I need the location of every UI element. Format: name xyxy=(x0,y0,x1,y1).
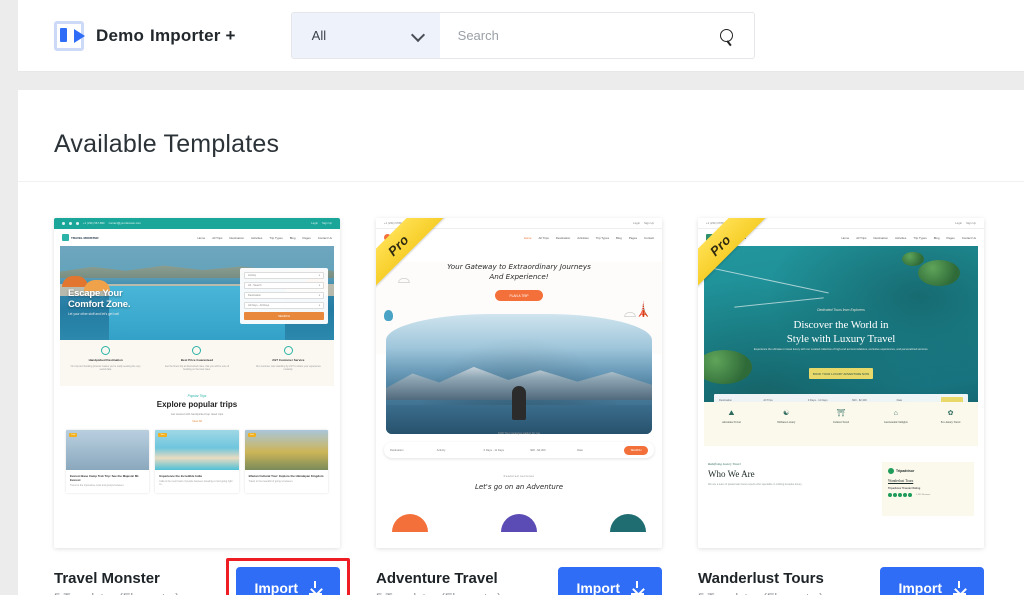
preview-topbar-email: contact@yourdomain.com xyxy=(108,222,141,225)
preview-menu: Home All Trips Destination Activities Trip… xyxy=(841,235,976,240)
preview-topbar: +1 (234) 567-890 contact@yourdomain.com … xyxy=(54,218,340,229)
preview-service-arcs xyxy=(392,514,646,532)
preview-menu: Home All Trips Destination Activities Trip… xyxy=(523,235,654,240)
preview-trip-list: Trek Everest Base Camp Trek Trip: See th… xyxy=(66,430,328,494)
preview-logo-text: TRAVEL MONSTER xyxy=(71,235,99,240)
import-button-wrapper: Import xyxy=(558,567,662,595)
gastronomic-icon: ⌂ xyxy=(893,410,898,417)
preview-categories: ⛰ Adventure Travel ☯ Wellness Luxury ⛩ C… xyxy=(704,402,978,446)
preview-packages-note: 4900 Tour packages waiting for you xyxy=(497,432,541,435)
import-button-label: Import xyxy=(576,579,620,595)
preview-features: Handpicked Destination Our trip and book… xyxy=(60,340,334,386)
category-select-value: All xyxy=(311,28,327,43)
card-meta: Adventure Travel 5 Templates (Elementor) xyxy=(376,570,501,595)
site-preview-mock: +1 (234) 567-890 contact@yourdomain.com … xyxy=(54,218,340,548)
template-preview-thumbnail[interactable]: Pro +1 (234) 6789 contact@yourdomain.com… xyxy=(376,218,662,548)
preview-hero: Dedicated Tours from Explorers Discover … xyxy=(704,246,978,424)
brand-name-secondary: Importer + xyxy=(150,25,236,45)
preview-nav: TRAVEL MONSTER Home All Trips Destination… xyxy=(54,229,340,246)
preview-tripadvisor-badge: Tripadvisor Wanderlust Tours Tripadvisor… xyxy=(882,462,974,516)
page-title: Available Templates xyxy=(54,130,280,158)
tripadvisor-icon xyxy=(888,468,894,474)
arrow-export-icon xyxy=(54,20,84,51)
preview-hero-eyebrow: Dedicated Tours from Explorers xyxy=(817,308,865,312)
preview-balloon-decor xyxy=(384,310,393,321)
site-preview-mock: +1 (234) 6789 contact@yourdomain.com Log… xyxy=(376,218,662,548)
preview-hero-cta: PLAN A TRIP xyxy=(495,290,543,301)
import-button-wrapper: Import xyxy=(880,567,984,595)
brand-title: Demo Importer + xyxy=(96,26,236,46)
search-icon xyxy=(720,29,734,42)
cultural-icon: ⛩ xyxy=(836,410,846,417)
rating-stars: 1,232 Reviews xyxy=(888,493,968,497)
wellness-icon: ☯ xyxy=(783,410,790,417)
preview-hero-title: Discover the World in Style with Luxury … xyxy=(786,319,896,345)
preview-topbar-phone: +1 (234) 567-890 xyxy=(83,222,105,225)
content-panel: Available Templates +1 (234) 567-890 con… xyxy=(18,90,1024,595)
brand[interactable]: Demo Importer + xyxy=(54,20,236,51)
template-preview-thumbnail[interactable]: Pro +1 (234) 6789 contact@yourdomain.com… xyxy=(698,218,984,548)
card-title: Adventure Travel xyxy=(376,570,498,587)
preview-login: Login xyxy=(311,222,319,225)
preview-hero-title: Escape Your Comfort Zone. xyxy=(68,288,131,310)
card-meta: Travel Monster 5 Templates (Elementor) xyxy=(54,570,179,595)
preview-hero-photo xyxy=(386,314,652,434)
search-bar: All xyxy=(290,12,755,59)
template-card: Pro +1 (234) 6789 contact@yourdomain.com… xyxy=(698,218,984,595)
preview-filter-bar: Destination Activity 0 Days - 11 Days $3… xyxy=(384,442,654,458)
app-root: DemoImporter + All Available Templates xyxy=(0,0,1024,595)
preview-hero-paragraph: Experience the ultimate in travel luxury… xyxy=(753,348,929,351)
preview-popular-section: Popular Trips Explore popular trips Get … xyxy=(156,394,238,423)
app-header: Demo Importer + All xyxy=(18,0,1024,72)
preview-search-form: Activity ▾ All - Search ▾ Destination ▾ All… xyxy=(240,268,328,324)
card-footer: Adventure Travel 5 Templates (Elementor)… xyxy=(376,548,662,595)
download-icon xyxy=(309,580,322,595)
import-button-wrapper: Import xyxy=(226,558,350,595)
adventure-icon: ⛰ xyxy=(728,410,735,417)
eco-icon: ✿ xyxy=(947,410,954,417)
template-card: Pro +1 (234) 6789 contact@yourdomain.com… xyxy=(376,218,662,595)
import-button[interactable]: Import xyxy=(558,567,662,595)
preview-featured-section: Featured services Let's go on an Adventu… xyxy=(474,474,564,491)
preview-eiffel-decor: 🗼 xyxy=(634,301,652,317)
card-title: Travel Monster xyxy=(54,570,160,587)
preview-signup: Sign Up xyxy=(322,222,332,225)
chevron-down-icon xyxy=(413,30,424,41)
template-card: +1 (234) 567-890 contact@yourdomain.com … xyxy=(54,218,350,595)
import-button-label: Import xyxy=(254,579,298,595)
import-button[interactable]: Import xyxy=(236,567,340,595)
preview-hero-sub: Let your other stuff and let's get lost! xyxy=(68,312,120,316)
preview-who-we-are: Redefining Luxury Travel Who We Are We a… xyxy=(708,462,803,486)
preview-menu: Home All Trips Destination Activities Trip… xyxy=(197,235,332,240)
templates-grid: +1 (234) 567-890 contact@yourdomain.com … xyxy=(18,182,1024,595)
preview-hero-title: Your Gateway to Extraordinary Journeys A… xyxy=(447,262,591,281)
preview-hero: Escape Your Comfort Zone. Let your other… xyxy=(60,246,334,352)
download-icon xyxy=(631,580,644,595)
import-button[interactable]: Import xyxy=(880,567,984,595)
brand-name-primary: Demo xyxy=(96,25,145,45)
search-button[interactable] xyxy=(699,13,754,58)
preview-logo: TRAVEL MONSTER xyxy=(62,234,99,241)
download-icon xyxy=(953,580,966,595)
content-header: Available Templates xyxy=(18,90,1024,182)
card-meta: Wanderlust Tours 5 Templates (Elementor) xyxy=(698,570,824,595)
card-title: Wanderlust Tours xyxy=(698,570,824,587)
site-preview-mock: +1 (234) 6789 contact@yourdomain.com Log… xyxy=(698,218,984,548)
template-preview-thumbnail[interactable]: +1 (234) 567-890 contact@yourdomain.com … xyxy=(54,218,340,548)
search-input[interactable] xyxy=(439,13,700,58)
card-footer: Wanderlust Tours 5 Templates (Elementor)… xyxy=(698,548,984,595)
import-button-label: Import xyxy=(898,579,942,595)
category-select[interactable]: All xyxy=(291,13,440,58)
card-footer: Travel Monster 5 Templates (Elementor) I… xyxy=(54,548,350,595)
preview-hero-button: BOOK YOUR LUXURY ADVENTURE NOW xyxy=(809,368,873,379)
